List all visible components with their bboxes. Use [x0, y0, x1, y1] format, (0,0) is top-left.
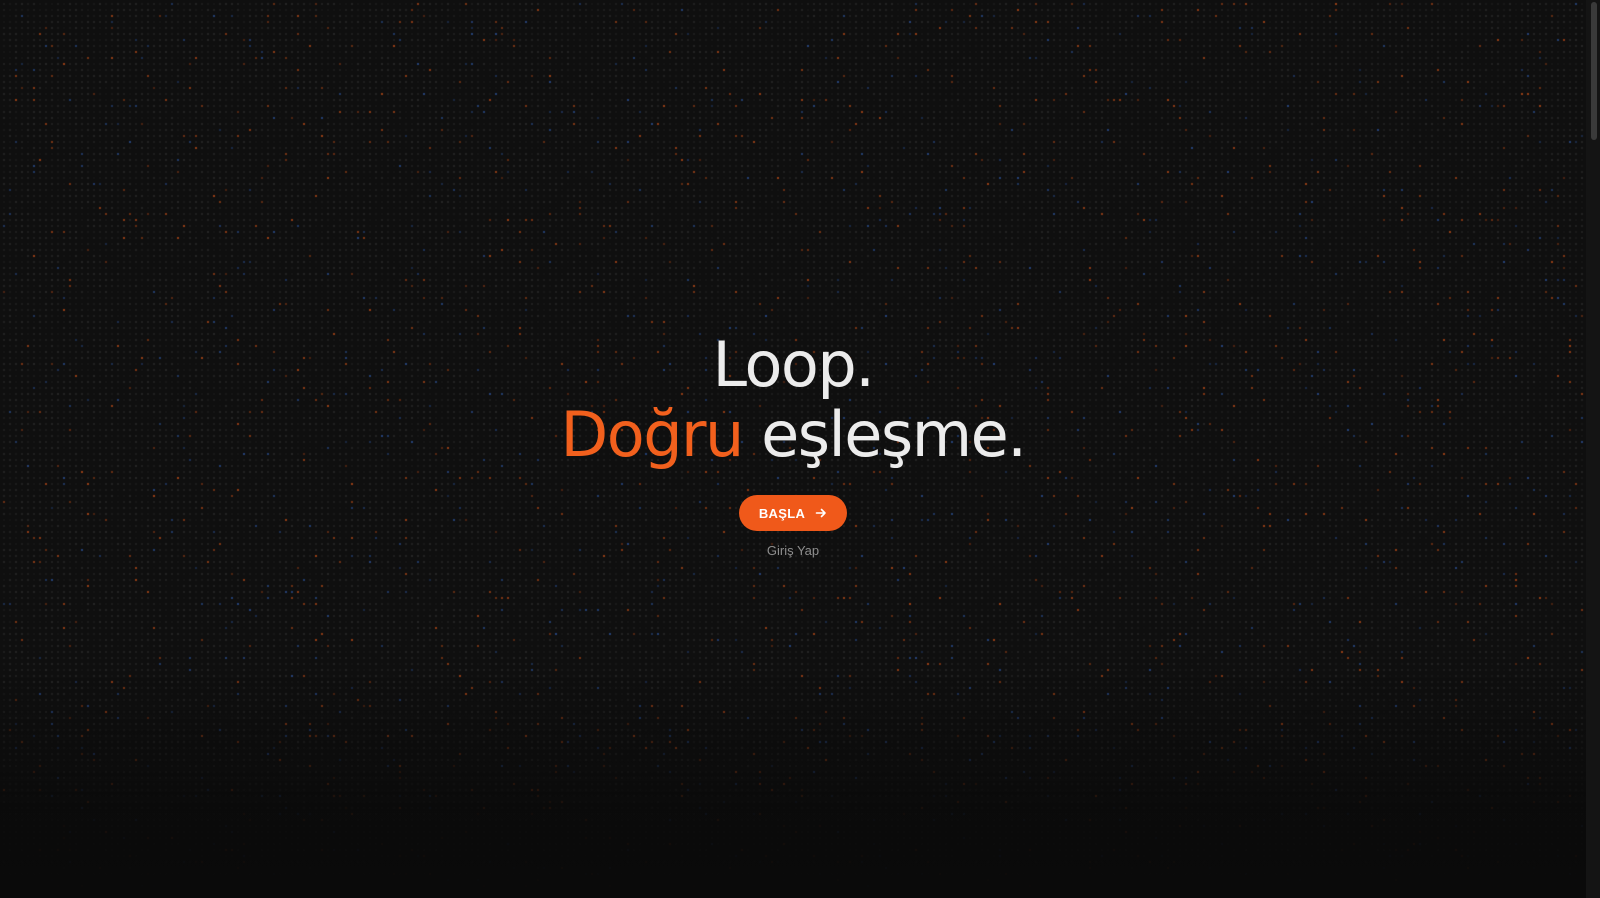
start-button[interactable]: BAŞLA	[739, 495, 847, 531]
scrollbar-thumb[interactable]	[1591, 2, 1597, 140]
start-button-label: BAŞLA	[758, 505, 806, 521]
headline-tagline: Doğru eşleşme.	[0, 400, 1586, 470]
arrow-right-icon	[815, 508, 826, 518]
headline-brand: Loop.	[712, 328, 875, 401]
scrollbar[interactable]	[1586, 0, 1600, 898]
hero-section: Loop. Doğru eşleşme. BAŞLA Giriş Yap	[0, 330, 1586, 559]
headline-accent-word: Doğru	[560, 398, 745, 471]
hero-headline: Loop. Doğru eşleşme.	[0, 330, 1586, 470]
landing-page: Loop. Doğru eşleşme. BAŞLA Giriş Yap	[0, 0, 1600, 898]
login-link[interactable]: Giriş Yap	[0, 543, 1586, 558]
headline-rest-word: eşleşme.	[761, 398, 1027, 471]
